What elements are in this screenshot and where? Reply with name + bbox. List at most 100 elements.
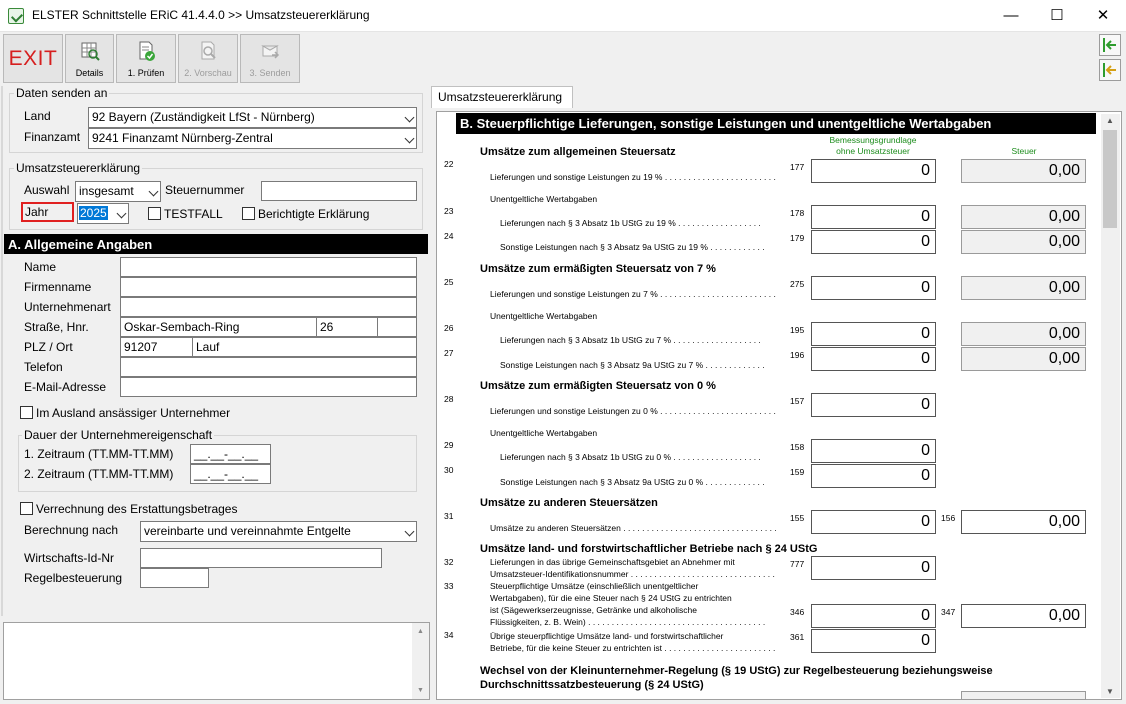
- kz195-field[interactable]: 0: [811, 322, 936, 346]
- vorschau-button[interactable]: 2. Vorschau: [178, 34, 238, 83]
- senden-button[interactable]: 3. Senden: [240, 34, 300, 83]
- zeitraum1-label: 1. Zeitraum (TT.MM-TT.MM): [24, 447, 174, 461]
- row-32-label-2: Umsatzsteuer-Identifikationsnummer . . .…: [490, 569, 775, 579]
- scroll-up-icon[interactable]: ▲: [417, 628, 424, 635]
- email-label: E-Mail-Adresse: [24, 380, 107, 394]
- land-label: Land: [24, 109, 51, 123]
- kennzahl: 179: [790, 233, 805, 243]
- zeitraum2-field[interactable]: __.__-__.__: [190, 464, 271, 484]
- verrechnung-checkbox[interactable]: [20, 502, 33, 515]
- left-panel-divider: [1, 86, 3, 616]
- berichtigte-checkbox[interactable]: [242, 207, 255, 220]
- auswahl-select[interactable]: insgesamt: [75, 181, 161, 202]
- details-icon: [81, 42, 100, 61]
- finanzamt-select[interactable]: 9241 Finanzamt Nürnberg-Zentral: [88, 128, 417, 149]
- testfall-checkbox[interactable]: [148, 207, 161, 220]
- pruefen-button[interactable]: 1. Prüfen: [116, 34, 176, 83]
- kz178-field[interactable]: 0: [811, 205, 936, 229]
- row-23-tax-field: 0,00: [961, 205, 1086, 229]
- kennzahl: 347: [941, 607, 956, 617]
- details-button[interactable]: Details: [65, 34, 114, 83]
- line-number: 34: [444, 630, 454, 640]
- unternehmensart-field[interactable]: [120, 297, 417, 317]
- minimize-button[interactable]: —: [988, 0, 1034, 32]
- zeitraum1-field[interactable]: __.__-__.__: [190, 444, 271, 464]
- form-scrollbar[interactable]: ▲ ▼: [1101, 114, 1120, 698]
- exit-button[interactable]: EXIT: [3, 34, 63, 83]
- message-area[interactable]: ▲ ▼: [3, 622, 430, 700]
- close-button[interactable]: ✕: [1080, 0, 1126, 32]
- strasse-field[interactable]: Oskar-Sembach-Ring: [120, 317, 317, 337]
- nav-back-alt-button[interactable]: [1099, 59, 1121, 81]
- kz275-field[interactable]: 0: [811, 276, 936, 300]
- zeitraum2-label: 2. Zeitraum (TT.MM-TT.MM): [24, 467, 174, 481]
- plz-ort-label: PLZ / Ort: [24, 340, 73, 354]
- kz177-field[interactable]: 0: [811, 159, 936, 183]
- message-scrollbar[interactable]: ▲ ▼: [412, 623, 429, 699]
- kz196-field[interactable]: 0: [811, 347, 936, 371]
- row-24-tax-field: 0,00: [961, 230, 1086, 254]
- chevron-down-icon: [404, 526, 415, 537]
- tab-umsatzsteuererklaerung[interactable]: Umsatzsteuererklärung: [431, 86, 573, 108]
- steuernummer-field[interactable]: [261, 181, 417, 201]
- hausnummer-field[interactable]: 26: [316, 317, 378, 337]
- regelbesteuerung-label: Regelbesteuerung: [24, 571, 123, 585]
- row-30-label: Sonstige Leistungen nach § 3 Absatz 9a U…: [500, 477, 765, 487]
- kennzahl: 156: [941, 513, 956, 523]
- auswahl-value: insgesamt: [79, 184, 134, 198]
- hausnummer-zusatz-field[interactable]: [377, 317, 417, 337]
- elster-app-icon: [8, 8, 24, 24]
- kz159-field[interactable]: 0: [811, 464, 936, 488]
- kennzahl: 195: [790, 325, 805, 335]
- firmenname-label: Firmenname: [24, 280, 92, 294]
- berechnung-select[interactable]: vereinbarte und vereinnahmte Entgelte: [140, 521, 417, 542]
- jahr-select[interactable]: 2025: [77, 203, 129, 224]
- row-35-tax-field: [961, 691, 1086, 700]
- scroll-down-icon[interactable]: ▼: [417, 687, 424, 694]
- scroll-down-icon[interactable]: ▼: [1106, 687, 1114, 696]
- maximize-button[interactable]: ☐: [1034, 0, 1080, 32]
- telefon-field[interactable]: [120, 357, 417, 377]
- ausland-checkbox[interactable]: [20, 406, 33, 419]
- row-23-label: Lieferungen nach § 3 Absatz 1b UStG zu 1…: [500, 218, 761, 228]
- kz155-field[interactable]: 0: [811, 510, 936, 534]
- col-bemessung-header: Bemessungsgrundlage: [829, 135, 917, 145]
- row-31-label: Umsätze zu anderen Steuersätzen . . . . …: [490, 523, 777, 533]
- kz346-field[interactable]: 0: [811, 604, 936, 628]
- line-number: 22: [444, 159, 454, 169]
- kz179-field[interactable]: 0: [811, 230, 936, 254]
- row-33-label-2: Wertabgaben), für die eine Steuer nach §…: [490, 593, 732, 603]
- nav-back-button[interactable]: [1099, 34, 1121, 56]
- kennzahl: 157: [790, 396, 805, 406]
- email-field[interactable]: [120, 377, 417, 397]
- senden-label: 3. Senden: [249, 68, 291, 78]
- scrollbar-thumb[interactable]: [1103, 130, 1117, 228]
- berichtigte-label: Berichtigte Erklärung: [258, 207, 370, 221]
- heading-wechsel-2: Durchschnittssatzbesteuerung (§ 24 UStG): [480, 679, 704, 691]
- plz-field[interactable]: 91207: [120, 337, 193, 357]
- firmenname-field[interactable]: [120, 277, 417, 297]
- name-field[interactable]: [120, 257, 417, 277]
- kz361-field[interactable]: 0: [811, 629, 936, 653]
- wirtschafts-id-field[interactable]: [140, 548, 382, 568]
- col-steuer-header: Steuer: [1011, 146, 1037, 156]
- line-number: 33: [444, 581, 454, 591]
- land-select[interactable]: 92 Bayern (Zuständigkeit LfSt - Nürnberg…: [88, 107, 417, 128]
- kennzahl: 196: [790, 350, 805, 360]
- kz156-field[interactable]: 0,00: [961, 510, 1086, 534]
- regelbesteuerung-field[interactable]: [140, 568, 209, 588]
- scroll-up-icon[interactable]: ▲: [1106, 116, 1114, 125]
- verrechnung-label: Verrechnung des Erstattungsbetrages: [36, 502, 238, 516]
- kz158-field[interactable]: 0: [811, 439, 936, 463]
- row-26-label: Lieferungen nach § 3 Absatz 1b UStG zu 7…: [500, 335, 761, 345]
- kz777-field[interactable]: 0: [811, 556, 936, 580]
- kennzahl: 346: [790, 607, 805, 617]
- row-33-label-4: Flüssigkeiten, z. B. Wein) . . . . . . .…: [490, 617, 766, 627]
- vorschau-label: 2. Vorschau: [184, 68, 232, 78]
- steuernummer-label: Steuernummer: [165, 183, 245, 197]
- row-33-label-1: Steuerpflichtige Umsätze (einschließlich…: [490, 581, 699, 591]
- preview-icon: [201, 41, 216, 60]
- kz157-field[interactable]: 0: [811, 393, 936, 417]
- kz347-field[interactable]: 0,00: [961, 604, 1086, 628]
- ort-field[interactable]: Lauf: [192, 337, 417, 357]
